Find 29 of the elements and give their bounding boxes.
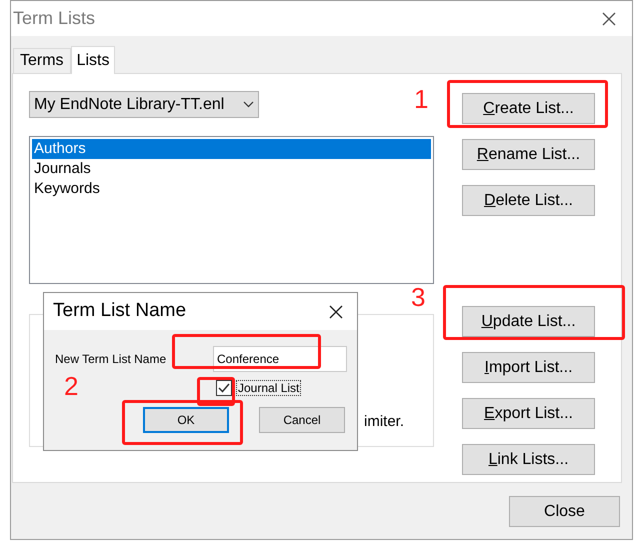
- step-number: 2: [64, 370, 78, 403]
- checkbox-label: Journal List: [236, 380, 302, 396]
- list-action-button[interactable]: Export List...: [462, 398, 595, 429]
- list-action-button[interactable]: Import List...: [462, 352, 595, 383]
- checkmark-icon: [218, 383, 230, 393]
- library-dropdown[interactable]: My EndNote Library-TT.enl: [29, 91, 259, 118]
- dialog-button[interactable]: Cancel: [259, 407, 345, 433]
- close-icon[interactable]: [602, 12, 616, 26]
- tab[interactable]: Terms: [13, 48, 71, 73]
- journal-checkbox[interactable]: [216, 380, 232, 396]
- list-action-button[interactable]: Link Lists...: [462, 444, 595, 475]
- field-label: New Term List Name: [55, 351, 168, 368]
- group-text: imiter.: [364, 412, 404, 432]
- close-icon[interactable]: [329, 304, 343, 318]
- list-item[interactable]: Authors: [32, 139, 431, 159]
- list-action-button[interactable]: Rename List...: [462, 139, 595, 170]
- dialog-button[interactable]: OK: [143, 407, 229, 433]
- list-action-button[interactable]: Delete List...: [462, 185, 595, 216]
- list-item[interactable]: Journals: [32, 159, 431, 179]
- chevron-down-icon: [243, 101, 254, 108]
- tab[interactable]: Lists: [70, 46, 116, 74]
- dialog-title: Term List Name: [53, 299, 186, 324]
- list-action-button[interactable]: Create List...: [462, 93, 595, 124]
- list-action-button[interactable]: Update List...: [462, 306, 595, 337]
- step-number: 3: [411, 281, 426, 314]
- close-button[interactable]: Close: [509, 496, 620, 527]
- window-title: Term Lists: [13, 7, 96, 30]
- step-number: 1: [414, 83, 428, 116]
- list-item[interactable]: Keywords: [32, 179, 431, 199]
